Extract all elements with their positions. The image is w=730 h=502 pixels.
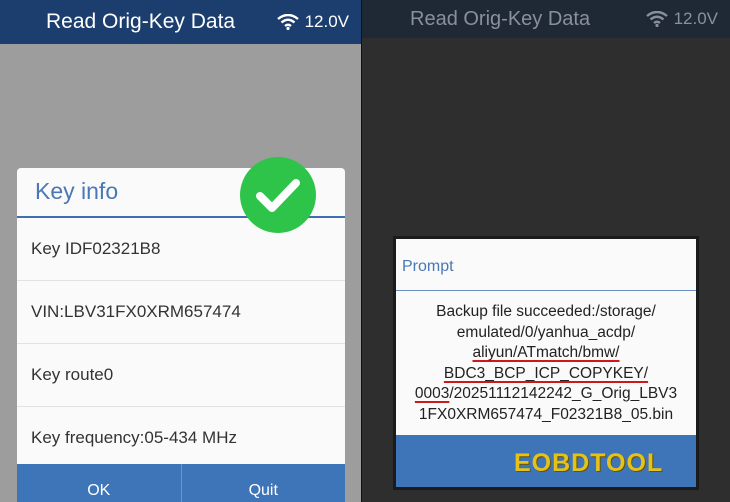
right-screen: Read Orig-Key Data 12.0V Prompt Backup f… (362, 0, 730, 502)
vin-row: VIN:LBV31FX0XRM657474 (17, 281, 345, 344)
check-circle-icon (240, 157, 316, 233)
message-line: Backup file succeeded:/storage/ (436, 303, 656, 320)
ok-button[interactable]: OK (17, 464, 181, 502)
dialog-title: Prompt (396, 239, 696, 291)
screen-title: Read Orig-Key Data (46, 10, 236, 33)
prompt-message: Backup file succeeded:/storage/ emulated… (396, 291, 696, 425)
quit-button[interactable]: Quit (180, 464, 346, 502)
battery-voltage: 12.0V (304, 12, 349, 31)
message-line: aliyun/ATmatch/bmw/ (472, 344, 620, 361)
screen-title: Read Orig-Key Data (410, 7, 591, 30)
message-line: BDC3_BCP_ICP_COPYKEY/ (443, 364, 649, 382)
key-route-row: Key route0 (17, 344, 345, 407)
watermark-logo: EOBDTOOL (514, 449, 664, 477)
dialog-button-bar: OK Quit (17, 464, 345, 502)
wifi-icon (645, 11, 668, 27)
title-bar: Read Orig-Key Data 12.0V (0, 0, 361, 44)
title-bar: Read Orig-Key Data 12.0V (362, 0, 730, 38)
message-line-part: /20251112142242_G_Orig_LBV3 (449, 385, 678, 402)
message-line: 1FX0XRM657474_F02321B8_05.bin (418, 405, 674, 423)
status-area: 12.0V (645, 9, 730, 29)
key-frequency-row: Key frequency:05-434 MHz (17, 407, 345, 470)
message-line-part: 0003 (414, 385, 450, 402)
wifi-icon (276, 14, 299, 30)
battery-voltage: 12.0V (673, 9, 718, 28)
status-area: 12.0V (276, 12, 361, 32)
message-line: emulated/0/yanhua_acdp/ (456, 323, 636, 341)
left-screen: Read Orig-Key Data 12.0V Key info Key ID… (0, 0, 361, 502)
message-line: 0003/20251112142242_G_Orig_LBV3 (396, 384, 696, 405)
